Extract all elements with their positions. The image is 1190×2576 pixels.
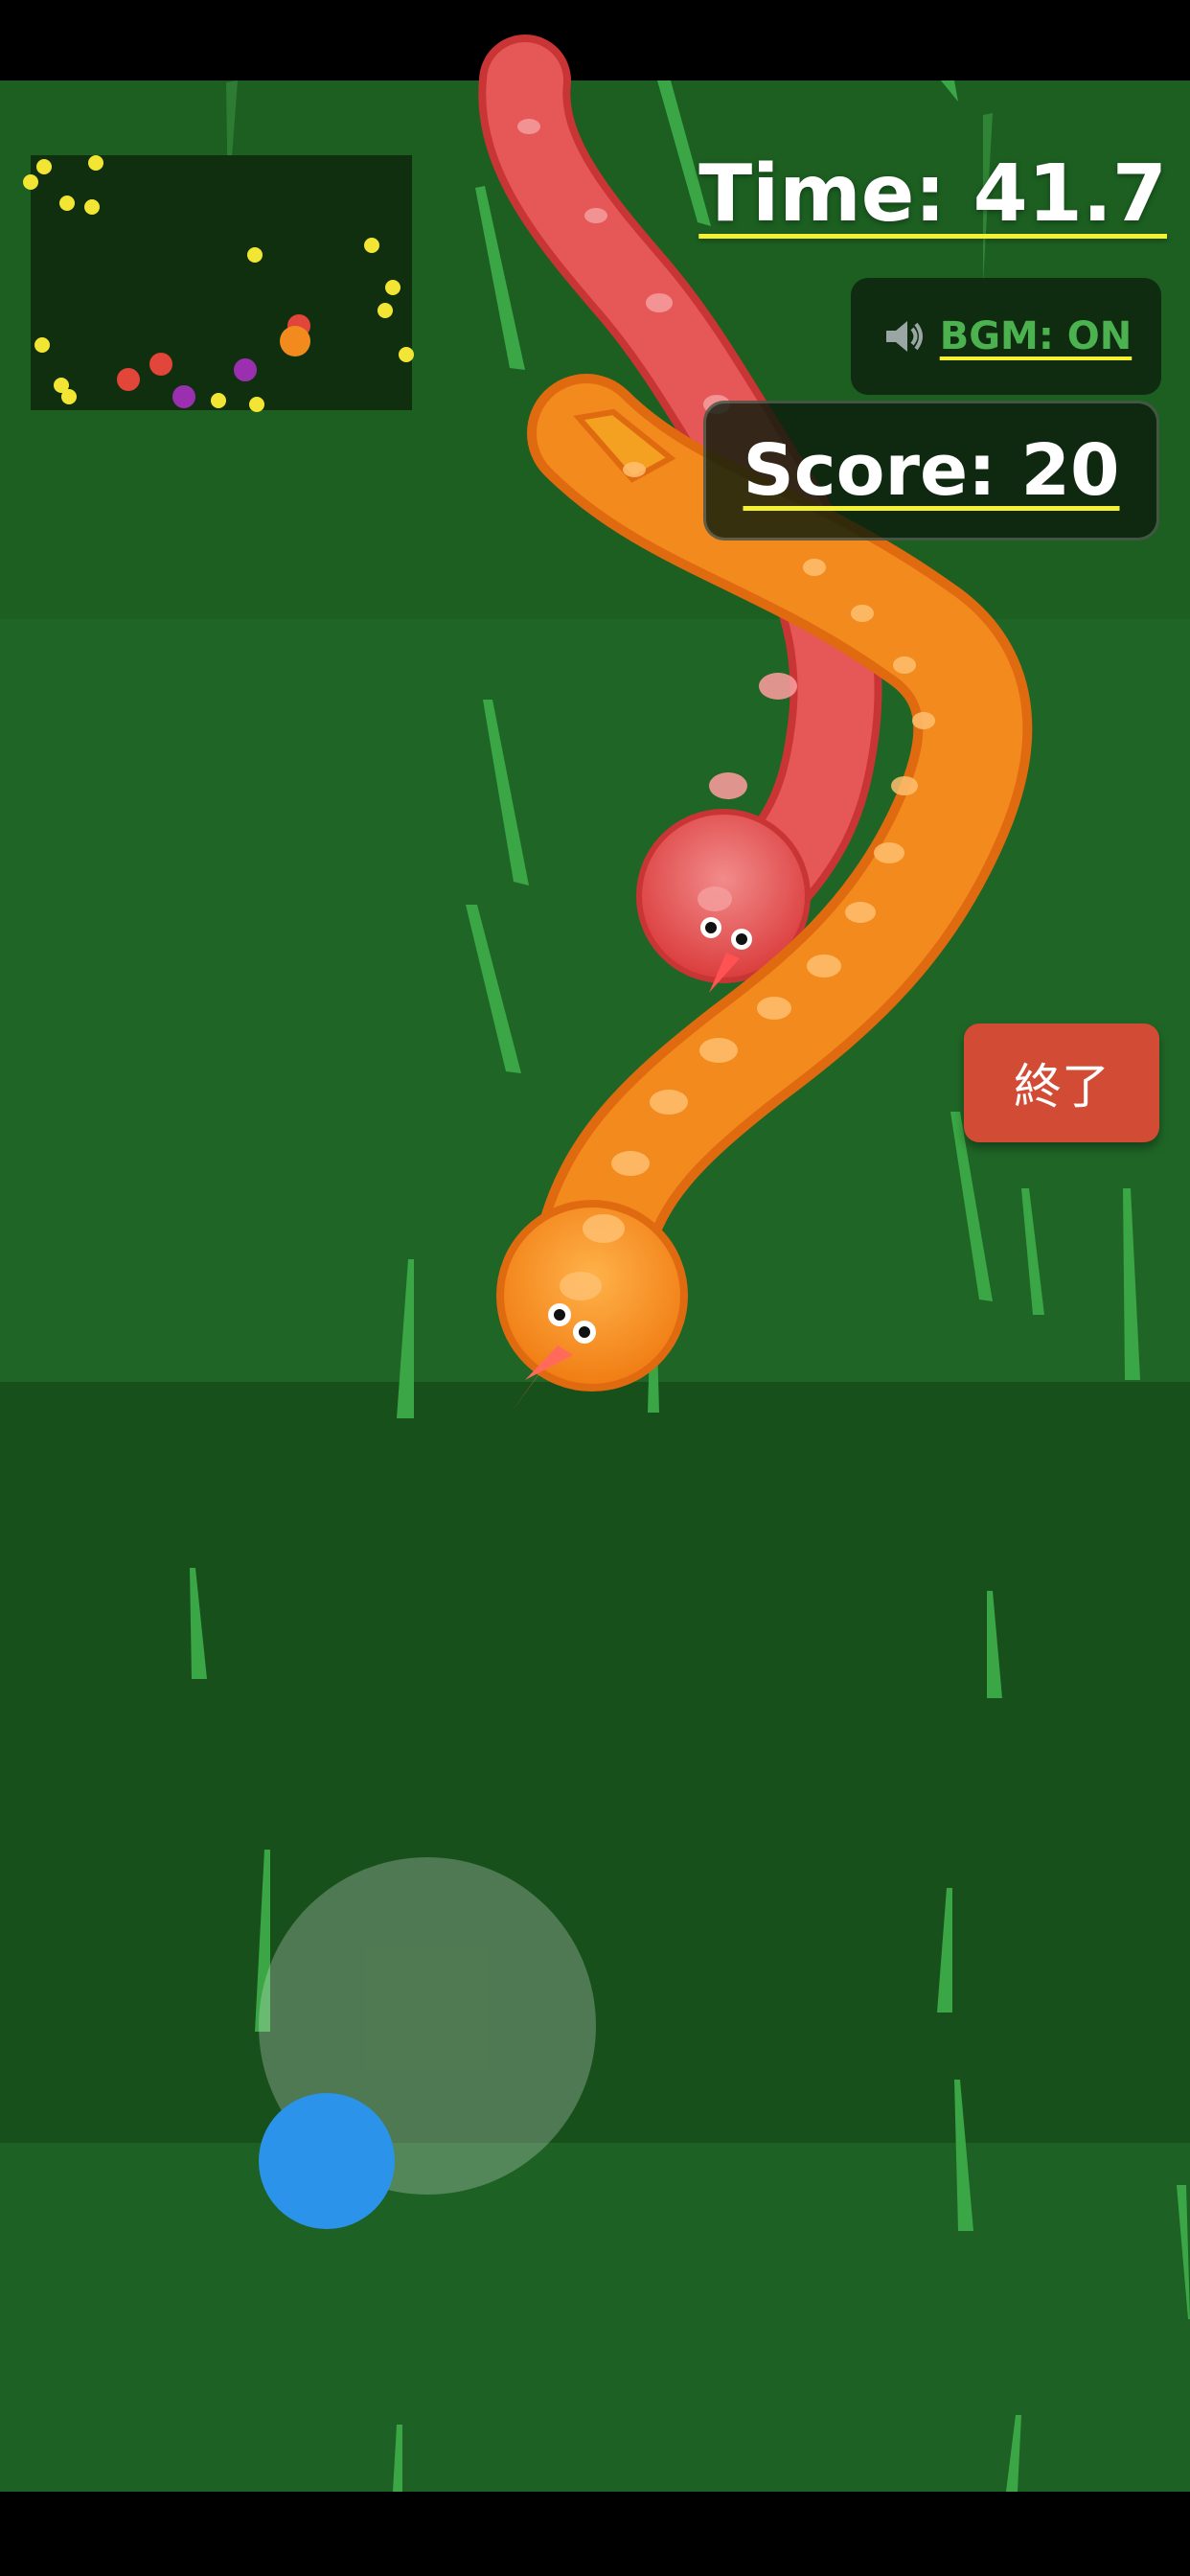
minimap-food-dot [385, 280, 400, 295]
minimap-food-dot [88, 155, 103, 171]
speaker-icon [881, 313, 927, 359]
score-display: Score: 20 [743, 429, 1120, 512]
quit-label: 終了 [1014, 1059, 1110, 1115]
minimap [23, 155, 414, 412]
minimap-enemy-dot [117, 368, 140, 391]
minimap-food-dot [84, 199, 100, 215]
minimap-food-dot [59, 196, 75, 211]
minimap-enemy-dot [149, 353, 172, 376]
minimap-food-dot [399, 347, 414, 362]
bgm-toggle-button[interactable]: BGM: ON [851, 278, 1161, 395]
minimap-food-dot [61, 389, 77, 404]
bgm-label: BGM: ON [939, 314, 1133, 358]
quit-button[interactable]: 終了 [964, 1024, 1159, 1142]
game-screen: Time: 41.7 BGM: ON Score: 20 終了 [0, 0, 1190, 2576]
minimap-food-dot [378, 303, 393, 318]
score-panel: Score: 20 [703, 401, 1159, 540]
minimap-enemy-dot [172, 385, 195, 408]
minimap-player-dot [280, 326, 310, 356]
joystick-knob[interactable] [259, 2093, 395, 2229]
minimap-food-dot [34, 337, 50, 353]
minimap-enemy-dot [234, 358, 257, 381]
time-display: Time: 41.7 [698, 149, 1167, 240]
ground-band [0, 2143, 1190, 2492]
minimap-food-dot [247, 247, 263, 263]
minimap-food-dot [249, 397, 264, 412]
minimap-food-dot [364, 238, 379, 253]
minimap-food-dot [36, 159, 52, 174]
minimap-food-dot [211, 393, 226, 408]
minimap-food-dot [23, 174, 38, 190]
